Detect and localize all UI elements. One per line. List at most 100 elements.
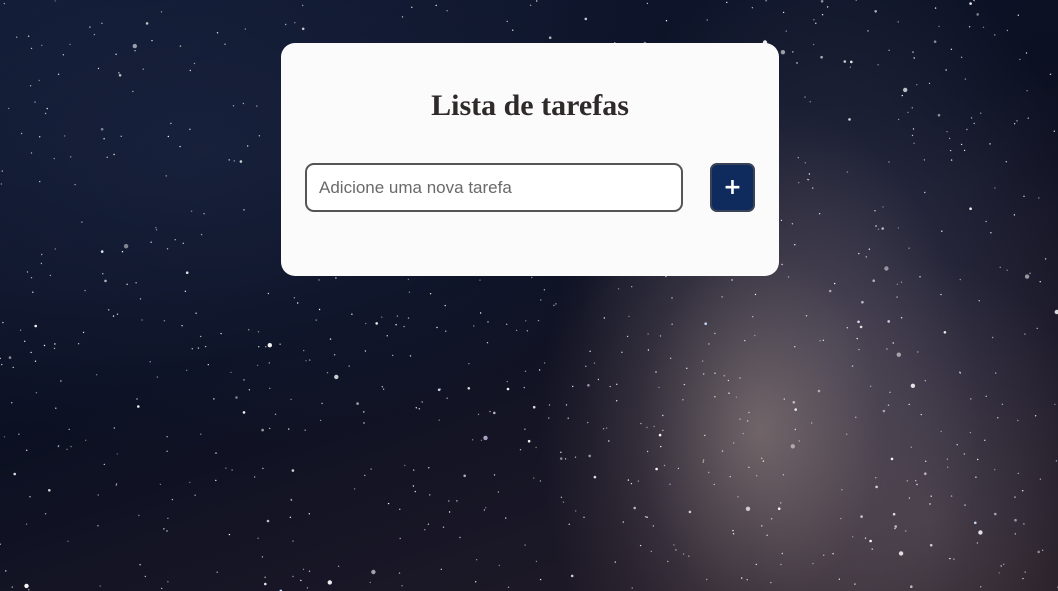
star — [937, 113, 941, 117]
star — [253, 476, 256, 478]
star — [900, 317, 903, 319]
star — [633, 506, 636, 510]
star — [1014, 533, 1016, 535]
star — [264, 582, 267, 586]
star — [916, 483, 918, 486]
star — [739, 377, 741, 379]
star — [655, 467, 658, 471]
star — [239, 160, 243, 163]
new-task-input[interactable] — [305, 163, 683, 212]
star — [950, 495, 953, 497]
star — [953, 558, 955, 560]
star — [44, 513, 47, 515]
star — [370, 468, 372, 470]
star — [960, 143, 963, 146]
star — [872, 279, 875, 283]
star — [527, 439, 531, 443]
star — [946, 458, 949, 460]
star — [30, 47, 33, 50]
star — [970, 398, 972, 400]
star — [48, 489, 51, 492]
star — [794, 428, 796, 431]
star — [821, 14, 824, 16]
star — [850, 60, 853, 64]
star — [975, 476, 977, 478]
star — [658, 433, 662, 437]
star — [797, 157, 799, 159]
star — [1017, 472, 1019, 475]
star — [783, 398, 785, 400]
star — [966, 128, 968, 131]
star — [418, 408, 420, 410]
star — [588, 454, 591, 458]
star — [1023, 523, 1025, 525]
star — [747, 420, 749, 422]
star — [257, 537, 259, 539]
star — [919, 276, 921, 278]
star — [1038, 197, 1040, 199]
star — [811, 422, 813, 424]
star — [101, 22, 103, 24]
star — [301, 27, 305, 31]
star — [812, 562, 814, 565]
star — [1022, 577, 1024, 580]
star — [630, 482, 633, 485]
star — [706, 19, 708, 21]
star — [231, 469, 233, 471]
star — [197, 347, 200, 349]
star — [103, 138, 105, 140]
star — [877, 228, 880, 230]
star — [765, 0, 767, 2]
star — [548, 36, 552, 39]
star — [637, 480, 640, 482]
star — [924, 472, 927, 476]
star — [1023, 195, 1025, 197]
star — [994, 512, 997, 516]
star — [714, 372, 716, 374]
star — [39, 180, 41, 183]
star — [191, 348, 193, 350]
star — [68, 428, 70, 431]
star — [242, 102, 245, 105]
star — [16, 36, 18, 38]
star — [166, 450, 168, 452]
star — [40, 262, 43, 265]
star — [386, 335, 388, 337]
star — [977, 458, 979, 461]
star — [46, 107, 48, 110]
star — [658, 386, 660, 389]
star — [190, 210, 193, 212]
star — [959, 278, 961, 281]
star — [382, 388, 385, 390]
star — [1027, 117, 1029, 119]
star — [230, 371, 232, 374]
star — [19, 329, 22, 331]
star — [796, 62, 798, 64]
add-task-button[interactable]: + — [710, 163, 755, 212]
star — [848, 118, 851, 121]
star — [414, 490, 416, 493]
star — [483, 509, 486, 511]
star — [531, 276, 533, 279]
star — [213, 398, 215, 400]
star — [233, 160, 235, 162]
star — [978, 530, 983, 535]
star — [200, 335, 202, 338]
star — [84, 289, 86, 292]
star — [44, 112, 47, 115]
star — [770, 518, 773, 520]
star — [498, 564, 500, 567]
star — [626, 335, 629, 338]
star — [537, 319, 540, 322]
star — [628, 315, 630, 318]
star — [32, 291, 34, 293]
star — [999, 266, 1001, 268]
star — [916, 84, 918, 86]
star — [846, 171, 849, 173]
star — [533, 477, 535, 479]
star — [144, 575, 146, 578]
star — [189, 69, 191, 72]
star — [562, 501, 565, 503]
star — [621, 351, 623, 353]
star — [524, 544, 526, 546]
